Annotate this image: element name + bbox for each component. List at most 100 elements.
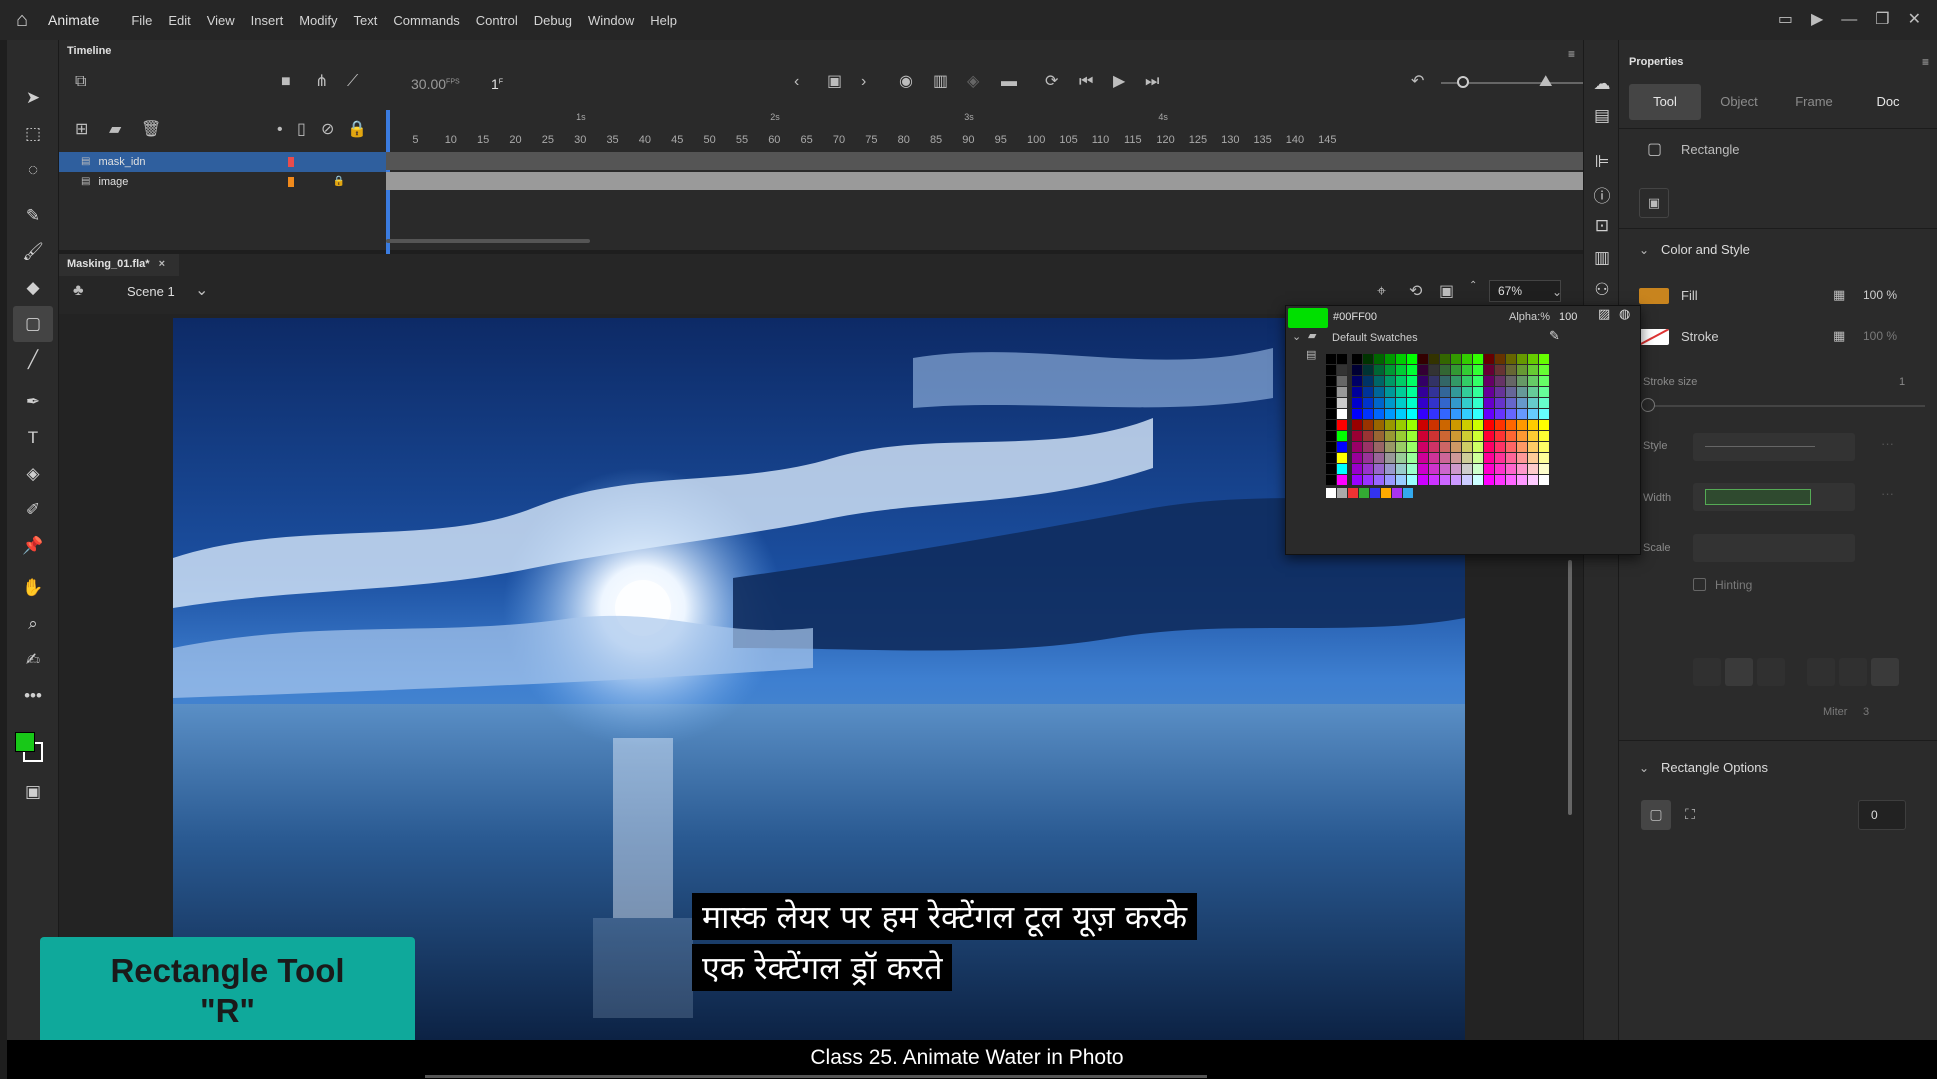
single-corner-button[interactable]: ▢ bbox=[1641, 800, 1671, 830]
highlight-icon[interactable]: • bbox=[277, 120, 283, 140]
color-style-header[interactable]: Color and Style bbox=[1661, 242, 1750, 257]
swatch-grid[interactable] bbox=[1326, 354, 1602, 538]
cap-square-button[interactable] bbox=[1757, 658, 1785, 686]
assets-icon[interactable]: ☁ bbox=[1584, 68, 1620, 100]
rectangle-tool-icon[interactable]: ▢ bbox=[13, 306, 53, 342]
panel-menu-icon[interactable]: ≡ bbox=[1568, 44, 1575, 64]
graph-icon[interactable]: ⟋ bbox=[347, 72, 358, 92]
video-progress[interactable] bbox=[425, 1075, 1207, 1078]
onion-skin-icon[interactable]: ◉ bbox=[899, 72, 913, 92]
swatch-group-name[interactable]: Default Swatches bbox=[1332, 332, 1418, 344]
frame-row-mask[interactable] bbox=[386, 152, 1623, 170]
next-keyframe-icon[interactable]: › bbox=[861, 72, 866, 92]
line-tool-icon[interactable]: ╱ bbox=[7, 342, 59, 378]
new-folder-icon[interactable]: ▰ bbox=[109, 120, 121, 140]
scene-dropdown-icon[interactable]: ⌄ bbox=[195, 281, 208, 301]
corner-radius-input[interactable]: 0 bbox=[1858, 800, 1906, 830]
menu-window[interactable]: Window bbox=[580, 13, 642, 28]
lasso-tool-icon[interactable]: ◌ bbox=[7, 152, 59, 188]
free-transform-tool-icon[interactable]: ⬚ bbox=[7, 116, 59, 152]
hinting-checkbox[interactable] bbox=[1693, 578, 1706, 591]
stroke-size-slider[interactable] bbox=[1645, 405, 1925, 407]
layer-row[interactable]: ▤ image 🔒 bbox=[59, 172, 386, 192]
home-icon[interactable]: ⌂ bbox=[0, 9, 44, 32]
hex-value[interactable]: #00FF00 bbox=[1333, 311, 1377, 323]
tab-tool[interactable]: Tool bbox=[1629, 84, 1701, 120]
stroke-alpha[interactable]: 100 % bbox=[1863, 329, 1897, 343]
stroke-style-dropdown[interactable] bbox=[1693, 433, 1855, 461]
info-icon[interactable]: ⓘ bbox=[1584, 178, 1620, 210]
tab-frame[interactable]: Frame bbox=[1777, 84, 1851, 120]
color-panel-icon[interactable]: ▥ bbox=[1584, 242, 1620, 274]
menu-commands[interactable]: Commands bbox=[385, 13, 467, 28]
fill-color-chip[interactable] bbox=[1639, 288, 1669, 304]
play-icon[interactable]: ▶ bbox=[1113, 72, 1125, 92]
rotate-stage-icon[interactable]: ⟲ bbox=[1409, 282, 1422, 302]
zoom-tool-icon[interactable]: ⌕ bbox=[7, 606, 59, 642]
frame-ruler[interactable]: 5 10 15 20 25 30 35 40 45 50 55 60 65 70 75 80 85 90 95 100… bbox=[386, 110, 1626, 152]
camera-tool-icon[interactable]: ✍ bbox=[7, 642, 59, 678]
layer-name[interactable]: image bbox=[98, 176, 248, 188]
fill-alpha[interactable]: 100 % bbox=[1863, 288, 1897, 302]
fps-display[interactable]: 30.00FPS bbox=[411, 76, 460, 92]
align-icon[interactable]: ⊫ bbox=[1584, 146, 1620, 178]
more-tools-icon[interactable]: ••• bbox=[7, 678, 59, 714]
cap-round-button[interactable] bbox=[1725, 658, 1753, 686]
menu-edit[interactable]: Edit bbox=[160, 13, 198, 28]
pin-tool-icon[interactable]: 📌 bbox=[7, 528, 59, 564]
menu-text[interactable]: Text bbox=[345, 13, 385, 28]
object-drawing-mode-button[interactable]: ▣ bbox=[1639, 188, 1669, 218]
layer-color-tag[interactable] bbox=[288, 177, 295, 187]
step-forward-icon[interactable]: ⏭ bbox=[1145, 72, 1159, 92]
layer-parenting-icon[interactable]: ⋔ bbox=[315, 72, 328, 92]
transform-icon[interactable]: ⊡ bbox=[1584, 210, 1620, 242]
join-round-button[interactable] bbox=[1839, 658, 1867, 686]
menu-debug[interactable]: Debug bbox=[526, 13, 580, 28]
menu-modify[interactable]: Modify bbox=[291, 13, 345, 28]
library-icon[interactable]: ▤ bbox=[1584, 100, 1620, 132]
menu-control[interactable]: Control bbox=[468, 13, 526, 28]
test-movie-icon[interactable]: ▶ bbox=[1811, 10, 1823, 30]
stroke-color-chip[interactable] bbox=[1639, 329, 1669, 345]
selection-tool-icon[interactable]: ➤ bbox=[7, 80, 59, 116]
new-layer-icon[interactable]: ⊞ bbox=[75, 120, 88, 140]
pen-tool-icon[interactable]: ✒ bbox=[7, 384, 59, 420]
document-tab[interactable]: Masking_01.fla* × bbox=[59, 254, 179, 276]
tab-doc[interactable]: Doc bbox=[1851, 84, 1925, 120]
eraser-tool-icon[interactable]: ◆ bbox=[7, 270, 59, 306]
camera-icon[interactable]: ■ bbox=[281, 72, 291, 92]
lock-all-icon[interactable]: 🔒 bbox=[347, 120, 367, 140]
separate-corners-button[interactable]: ⛶ bbox=[1675, 800, 1705, 830]
object-drawing-icon[interactable]: ▣ bbox=[7, 774, 59, 810]
layer-row[interactable]: ▤ mask_idn bbox=[59, 152, 386, 172]
paint-brush-tool-icon[interactable]: 🖌 bbox=[7, 234, 59, 270]
miter-value[interactable]: 3 bbox=[1863, 706, 1869, 718]
group-collapse-icon[interactable]: ⌄ bbox=[1292, 330, 1301, 343]
restore-icon[interactable]: ❐ bbox=[1875, 10, 1889, 30]
loop-icon[interactable]: ⟳ bbox=[1045, 72, 1058, 92]
layer-color-tag[interactable] bbox=[288, 157, 295, 167]
alpha-value[interactable]: 100 bbox=[1559, 311, 1577, 323]
onion-outline-icon[interactable]: ▥ bbox=[933, 72, 948, 92]
cap-none-button[interactable] bbox=[1693, 658, 1721, 686]
snap-icon[interactable]: ⌖ bbox=[1377, 282, 1386, 302]
hand-tool-icon[interactable]: ✋ bbox=[7, 570, 59, 606]
frame-size-handle[interactable] bbox=[1457, 76, 1469, 88]
step-back-icon[interactable]: ⏮ bbox=[1079, 72, 1093, 92]
components-icon[interactable]: ⚇ bbox=[1584, 274, 1620, 306]
join-miter-button[interactable] bbox=[1807, 658, 1835, 686]
brush-tool-icon[interactable]: ✎ bbox=[7, 198, 59, 234]
timeline-scrollbar[interactable] bbox=[386, 239, 590, 243]
no-color-icon[interactable]: ▨ bbox=[1598, 306, 1610, 322]
lock-icon[interactable]: 🔒 bbox=[332, 172, 344, 192]
fill-color-swatch[interactable] bbox=[15, 732, 35, 752]
collapse-chevron-icon[interactable]: ⌄ bbox=[1639, 758, 1649, 778]
stage-scrollbar[interactable] bbox=[1568, 560, 1572, 815]
rect-options-header[interactable]: Rectangle Options bbox=[1661, 760, 1768, 775]
prev-keyframe-icon[interactable]: ‹ bbox=[794, 72, 799, 92]
layer-name[interactable]: mask_idn bbox=[98, 156, 248, 168]
collapse-chevron-icon[interactable]: ⌄ bbox=[1639, 240, 1649, 260]
swatch-view-icon[interactable]: ▤ bbox=[1306, 348, 1316, 361]
join-bevel-button[interactable] bbox=[1871, 658, 1899, 686]
scale-dropdown[interactable] bbox=[1693, 534, 1855, 562]
